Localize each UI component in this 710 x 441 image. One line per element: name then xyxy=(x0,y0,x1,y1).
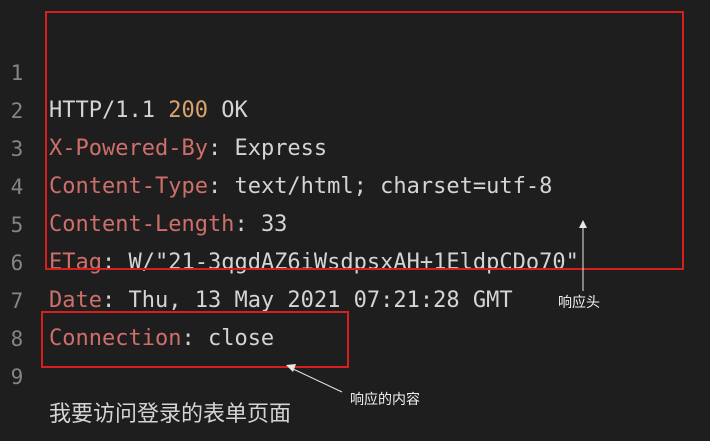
response-body-text: 我要访问登录的表单页面 xyxy=(49,402,292,427)
body-highlight-box xyxy=(41,311,349,368)
headers-annotation-label: 响应头 xyxy=(558,295,600,311)
body-arrow-line xyxy=(290,367,343,393)
line-number: 9 xyxy=(10,365,24,389)
body-annotation-label: 响应的内容 xyxy=(350,392,420,408)
headers-highlight-box xyxy=(45,11,684,270)
code-editor[interactable]: 1 HTTP/1.1 200 OK 2 X-Powered-By: Expres… xyxy=(0,0,710,441)
